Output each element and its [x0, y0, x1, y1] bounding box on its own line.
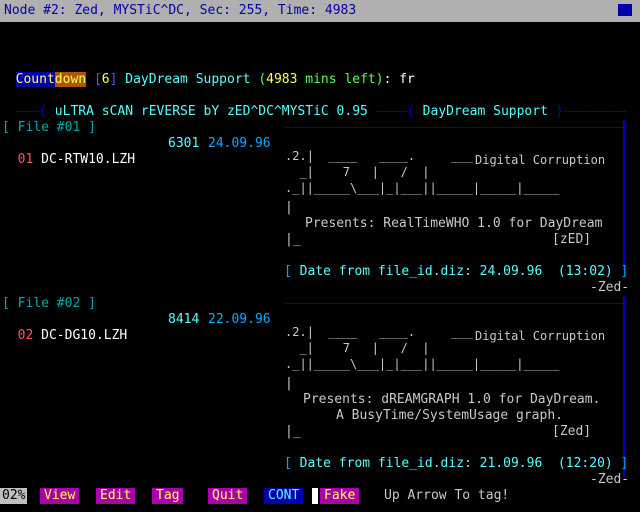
desc-top-border	[285, 127, 625, 128]
desc-right-border	[623, 296, 625, 476]
file-name: DC-DG10.LZH	[41, 328, 128, 343]
desc-line: Presents: RealTimeWHO 1.0 for DayDream	[305, 216, 603, 231]
file-entry[interactable]: 02 DC-DG10.LZH	[2, 312, 128, 344]
paren-open: (	[258, 72, 267, 87]
command-input[interactable]: fr	[399, 72, 415, 87]
close-icon[interactable]	[618, 4, 632, 16]
paren-close: )	[375, 72, 384, 87]
tag-button[interactable]: Tag	[152, 488, 184, 504]
file-index: 01	[17, 152, 34, 167]
file-name: DC-RTW10.LZH	[41, 152, 136, 167]
prompt-line: Countdown [6] DayDream Support (4983 min…	[0, 56, 415, 87]
mins-left-value: 4983	[266, 72, 298, 87]
file-date: 24.09.96	[208, 136, 271, 151]
conference-number: 6	[101, 72, 110, 87]
continue-button[interactable]: CONT	[264, 488, 304, 504]
fake-button[interactable]: Fake	[320, 488, 360, 504]
view-button[interactable]: View	[40, 488, 80, 504]
bracket-open: [	[93, 72, 102, 87]
logo-number: 2	[292, 325, 300, 339]
window-titlebar: Node #2: Zed, MYSTiC^DC, Sec: 255, Time:…	[0, 0, 640, 22]
file-heading: [ File #01 ]	[2, 120, 96, 135]
file-heading: [ File #02 ]	[2, 296, 96, 311]
scan-header: ―――{ uLTRA sCAN rEVERSE bY zED^DC^MYSTiC…	[15, 104, 627, 119]
desc-line: [zED]	[552, 232, 592, 247]
group-name: Digital Corruption	[475, 153, 606, 167]
scan-header-left: uLTRA sCAN rEVERSE bY zED^DC^MYSTiC 0.95	[54, 104, 368, 119]
quit-button[interactable]: Quit	[208, 488, 248, 504]
scan-header-right: DayDream Support	[422, 104, 548, 119]
desc-right-border	[623, 120, 625, 270]
file-signature: -Zed-	[590, 472, 630, 487]
desc-top-border	[285, 303, 625, 304]
file-signature: -Zed-	[590, 280, 630, 295]
diz-date-line: Date from file_id.diz: 21.09.96 (12:20)	[299, 456, 613, 471]
countdown-label-a: Count	[15, 72, 55, 87]
edit-button[interactable]: Edit	[96, 488, 136, 504]
cursor-block	[312, 488, 318, 504]
hint-text: Up Arrow To tag!	[384, 488, 510, 503]
desc-line: Presents: dREAMGRAPH 1.0 for DayDream.	[303, 392, 601, 407]
group-name: Digital Corruption	[475, 329, 606, 343]
countdown-label-b: down	[54, 72, 87, 87]
file-size: 8414	[168, 312, 200, 327]
window-title: Node #2: Zed, MYSTiC^DC, Sec: 255, Time:…	[4, 3, 357, 18]
logo-number: 2	[292, 149, 300, 163]
diz-date-line: Date from file_id.diz: 24.09.96 (13:02)	[299, 264, 613, 279]
scroll-percent: 02%	[0, 488, 28, 504]
desc-line: [Zed]	[552, 424, 592, 439]
file-entry[interactable]: 01 DC-RTW10.LZH	[2, 136, 135, 168]
conference-name: DayDream Support	[125, 72, 251, 87]
file-size: 6301	[168, 136, 200, 151]
mins-left-label: mins left	[305, 72, 376, 87]
file-index: 02	[17, 328, 34, 343]
desc-line: A BusyTime/SystemUsage graph.	[336, 408, 563, 423]
file-date: 22.09.96	[208, 312, 271, 327]
